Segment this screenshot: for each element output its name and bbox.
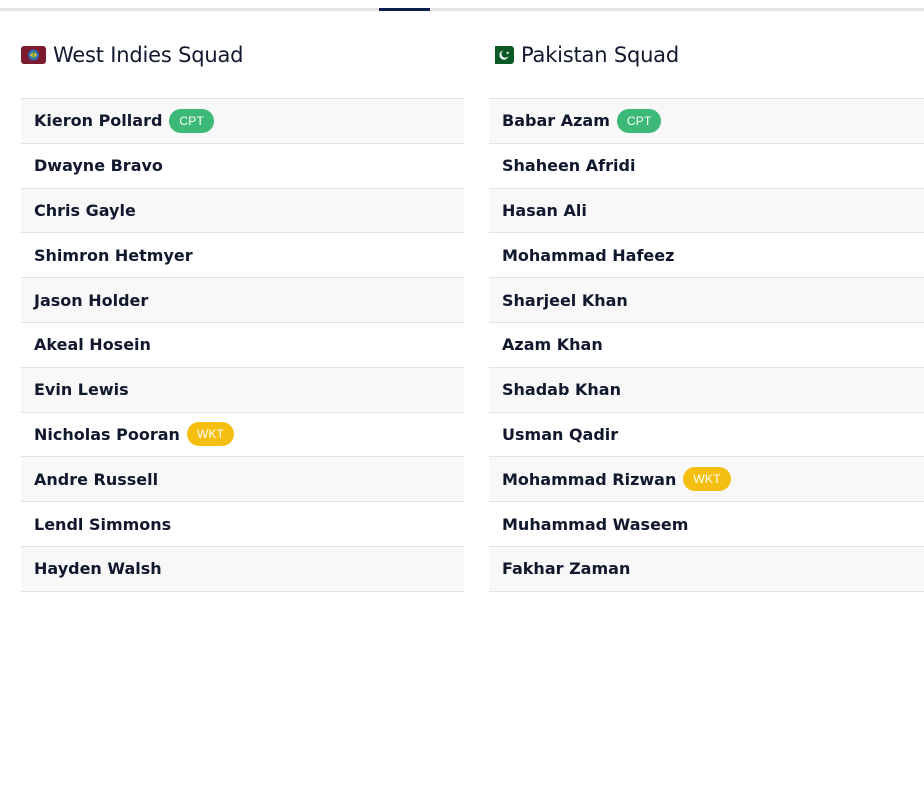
player-row[interactable]: Lendl Simmons: [21, 502, 464, 547]
player-row[interactable]: Babar Azam CPT: [489, 99, 924, 144]
player-name[interactable]: Shadab Khan: [502, 380, 621, 399]
player-name[interactable]: Mohammad Hafeez: [502, 246, 674, 265]
captain-badge: CPT: [616, 108, 662, 133]
player-row[interactable]: Akeal Hosein: [21, 322, 464, 368]
player-row[interactable]: Sharjeel Khan: [489, 278, 924, 323]
pakistan-flag-icon: [489, 46, 514, 64]
player-name[interactable]: Sharjeel Khan: [502, 291, 628, 310]
wicketkeeper-badge: WKT: [683, 467, 731, 492]
player-name[interactable]: Jason Holder: [34, 291, 148, 310]
player-row[interactable]: Nicholas Pooran WKT: [21, 412, 464, 458]
player-name[interactable]: Dwayne Bravo: [34, 156, 163, 175]
player-row[interactable]: Andre Russell: [21, 457, 464, 503]
player-name[interactable]: Babar Azam: [502, 111, 610, 130]
player-name[interactable]: Hayden Walsh: [34, 559, 162, 578]
player-name[interactable]: Andre Russell: [34, 470, 158, 489]
west-indies-flag-icon: [21, 46, 46, 64]
player-row[interactable]: Azam Khan: [489, 322, 924, 368]
player-row[interactable]: Hayden Walsh: [21, 546, 464, 592]
player-row[interactable]: Hasan Ali: [489, 188, 924, 234]
squad-title: West Indies Squad: [53, 43, 244, 67]
player-name[interactable]: Azam Khan: [502, 335, 603, 354]
player-name[interactable]: Fakhar Zaman: [502, 559, 630, 578]
player-list: Kieron Pollard CPT Dwayne Bravo Chris Gayle…: [21, 98, 464, 592]
tab-bar: [0, 8, 924, 11]
player-name[interactable]: Muhammad Waseem: [502, 515, 688, 534]
player-row[interactable]: Jason Holder: [21, 278, 464, 323]
player-row[interactable]: Kieron Pollard CPT: [21, 99, 464, 144]
player-row[interactable]: Muhammad Waseem: [489, 502, 924, 547]
squad-header: West Indies Squad: [21, 40, 243, 70]
player-name[interactable]: Evin Lewis: [34, 380, 129, 399]
player-row[interactable]: Shaheen Afridi: [489, 143, 924, 189]
player-name[interactable]: Usman Qadir: [502, 425, 618, 444]
player-row[interactable]: Shimron Hetmyer: [21, 233, 464, 279]
player-row[interactable]: Dwayne Bravo: [21, 143, 464, 189]
player-name[interactable]: Mohammad Rizwan: [502, 470, 676, 489]
player-row[interactable]: Chris Gayle: [21, 188, 464, 234]
captain-badge: CPT: [169, 108, 215, 133]
player-list: Babar Azam CPT Shaheen Afridi Hasan Ali Moha…: [489, 98, 924, 592]
player-name[interactable]: Akeal Hosein: [34, 335, 151, 354]
player-row[interactable]: Mohammad Hafeez: [489, 233, 924, 279]
player-name[interactable]: Shimron Hetmyer: [34, 246, 193, 265]
player-row[interactable]: Mohammad Rizwan WKT: [489, 457, 924, 503]
player-name[interactable]: Shaheen Afridi: [502, 156, 635, 175]
squad-title: Pakistan Squad: [521, 43, 679, 67]
player-row[interactable]: Shadab Khan: [489, 367, 924, 413]
player-row[interactable]: Fakhar Zaman: [489, 546, 924, 592]
player-name[interactable]: Hasan Ali: [502, 201, 587, 220]
player-name[interactable]: Kieron Pollard: [34, 111, 162, 130]
squad-header: Pakistan Squad: [489, 40, 679, 70]
player-row[interactable]: Usman Qadir: [489, 412, 924, 458]
player-row[interactable]: Evin Lewis: [21, 367, 464, 413]
player-name[interactable]: Lendl Simmons: [34, 515, 171, 534]
player-name[interactable]: Chris Gayle: [34, 201, 136, 220]
player-name[interactable]: Nicholas Pooran: [34, 425, 180, 444]
active-tab-indicator: [379, 8, 430, 11]
wicketkeeper-badge: WKT: [186, 422, 235, 447]
